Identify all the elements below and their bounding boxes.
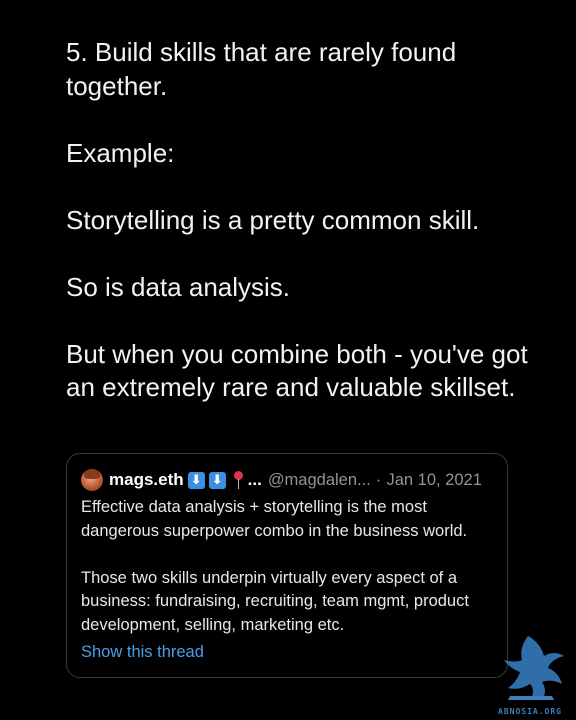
pushpin-emoji-icon bbox=[232, 470, 246, 490]
author-name[interactable]: mags.eth bbox=[109, 470, 184, 490]
dragon-logo-icon bbox=[504, 636, 564, 700]
watermark-text: ABNOSIA.ORG bbox=[498, 707, 562, 716]
name-truncation: ... bbox=[247, 470, 262, 489]
quoted-tweet-paragraph: Effective data analysis + storytelling i… bbox=[81, 498, 468, 540]
separator-dot: · bbox=[375, 470, 382, 489]
quoted-tweet-card[interactable]: mags.eth ⬇ ⬇ ... @magdalen... · Jan 10, … bbox=[66, 453, 508, 678]
quoted-tweet-paragraph: Those two skills underpin virtually ever… bbox=[81, 568, 469, 634]
down-arrow-emoji-icon: ⬇ bbox=[187, 471, 205, 489]
author-handle[interactable]: @magdalen... bbox=[268, 471, 371, 490]
tweet-paragraph: So is data analysis. bbox=[66, 271, 291, 302]
quoted-tweet-header: mags.eth ⬇ ⬇ ... @magdalen... · Jan 10, … bbox=[81, 468, 482, 492]
avatar[interactable] bbox=[81, 469, 103, 491]
tweet-paragraph: Example: bbox=[66, 137, 175, 168]
tweet-paragraph: But when you combine both - you've got a… bbox=[66, 338, 528, 403]
show-thread-link[interactable]: Show this thread bbox=[81, 643, 204, 662]
watermark-logo: ABNOSIA.ORG bbox=[490, 630, 570, 716]
down-arrow-emoji-icon: ⬇ bbox=[208, 471, 226, 489]
tweet-paragraph: Storytelling is a pretty common skill. bbox=[66, 204, 480, 235]
quoted-tweet-body: Effective data analysis + storytelling i… bbox=[81, 496, 501, 637]
tweet-paragraph: 5. Build skills that are rarely found to… bbox=[66, 37, 457, 101]
tweet-date[interactable]: Jan 10, 2021 bbox=[386, 471, 481, 490]
tweet-text: 5. Build skills that are rarely found to… bbox=[66, 36, 536, 405]
